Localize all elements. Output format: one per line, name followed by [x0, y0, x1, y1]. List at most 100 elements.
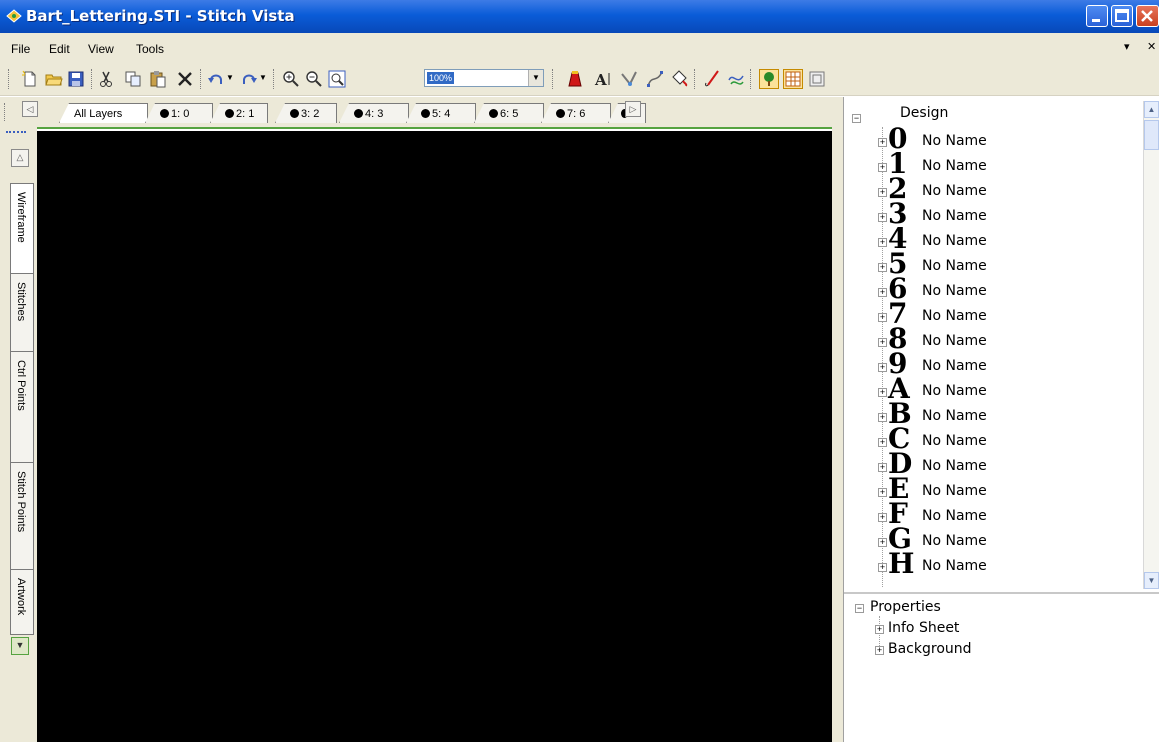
collapse-icon[interactable]: − — [855, 604, 864, 613]
tab-layer-2[interactable]: 2: 1 — [210, 103, 268, 123]
tab-scroll-left-icon[interactable]: ◁ — [22, 101, 38, 117]
expand-icon[interactable]: + — [878, 313, 887, 322]
maximize-icon — [1115, 9, 1129, 22]
minimize-button[interactable] — [1086, 5, 1108, 27]
menu-view[interactable]: View — [88, 42, 114, 56]
needle-icon[interactable] — [704, 70, 722, 88]
menu-overflow-icon[interactable]: ▾ — [1124, 40, 1130, 53]
expand-icon[interactable]: + — [878, 563, 887, 572]
path-tool-icon[interactable] — [646, 70, 664, 88]
panel-splitter[interactable] — [832, 97, 844, 742]
layer-dot-icon — [160, 109, 169, 118]
zoom-fit-icon[interactable] — [328, 70, 346, 88]
redo-icon[interactable] — [240, 70, 258, 88]
copy-icon[interactable] — [124, 70, 142, 88]
tree-item-label: No Name — [922, 333, 987, 349]
expand-icon[interactable]: + — [875, 646, 884, 655]
undo-icon[interactable] — [207, 70, 225, 88]
expand-icon[interactable]: + — [878, 138, 887, 147]
expand-icon[interactable]: + — [878, 438, 887, 447]
expand-icon[interactable]: + — [878, 163, 887, 172]
expand-icon[interactable]: + — [878, 188, 887, 197]
scroll-up-icon[interactable]: ▲ — [1144, 101, 1159, 118]
tab-artwork[interactable]: Artwork — [10, 569, 34, 635]
expand-icon[interactable]: + — [878, 388, 887, 397]
tab-label: Ctrl Points — [15, 360, 27, 411]
zoom-in-icon[interactable] — [282, 70, 300, 88]
tab-wireframe[interactable]: Wireframe — [10, 183, 34, 287]
text-icon[interactable]: A — [594, 70, 612, 88]
toolbar-separator — [552, 69, 555, 89]
toolbar-separator — [694, 69, 697, 89]
design-tree-scrollbar[interactable]: ▲ ▼ — [1143, 101, 1159, 589]
tab-layer-7[interactable]: 7: 6 — [541, 103, 611, 123]
menu-tools[interactable]: Tools — [136, 42, 164, 56]
expand-icon[interactable]: + — [878, 338, 887, 347]
tab-layer-3[interactable]: 3: 2 — [275, 103, 337, 123]
zoom-dropdown-icon[interactable]: ▼ — [528, 70, 543, 86]
tab-scroll-right-icon[interactable]: ▷ — [625, 101, 641, 117]
new-icon[interactable] — [21, 70, 39, 88]
close-button[interactable] — [1136, 5, 1159, 27]
tab-layer-6[interactable]: 6: 5 — [474, 103, 544, 123]
expand-icon[interactable]: + — [878, 513, 887, 522]
tab-all-layers[interactable]: All Layers — [59, 103, 148, 123]
toolbar-grip — [8, 69, 11, 89]
preview-icon[interactable] — [808, 70, 826, 88]
expand-icon[interactable]: + — [875, 625, 884, 634]
design-tree-root[interactable]: Design — [900, 105, 948, 121]
scroll-down-icon[interactable]: ▼ — [1144, 572, 1159, 589]
thread-icon[interactable] — [727, 70, 745, 88]
expand-icon[interactable]: + — [878, 238, 887, 247]
expand-icon[interactable]: + — [878, 463, 887, 472]
open-icon[interactable] — [45, 70, 63, 88]
side-scroll-down-icon[interactable]: ▼ — [11, 637, 29, 655]
expand-icon[interactable]: + — [878, 263, 887, 272]
menu-edit[interactable]: Edit — [49, 42, 70, 56]
mdi-close-icon[interactable]: ✕ — [1147, 40, 1156, 53]
expand-icon[interactable]: + — [878, 413, 887, 422]
collapse-icon[interactable]: − — [852, 114, 861, 123]
toolbar-separator — [200, 69, 203, 89]
tab-layer-4[interactable]: 4: 3 — [339, 103, 409, 123]
scroll-thumb[interactable] — [1144, 120, 1159, 150]
properties-root[interactable]: Properties — [870, 599, 941, 615]
paste-icon[interactable] — [149, 70, 167, 88]
tree-item-label: No Name — [922, 183, 987, 199]
toolbar-separator — [91, 69, 94, 89]
tab-label: 4: 3 — [365, 108, 384, 120]
expand-icon[interactable]: + — [878, 363, 887, 372]
delete-icon[interactable] — [176, 70, 194, 88]
tab-stitches[interactable]: Stitches — [10, 273, 34, 353]
expand-icon[interactable]: + — [878, 538, 887, 547]
tree-item[interactable]: + H No Name — [844, 549, 1144, 579]
save-icon[interactable] — [67, 70, 85, 88]
design-canvas[interactable] — [37, 131, 832, 742]
color-icon[interactable] — [566, 70, 584, 88]
tab-label: 7: 6 — [567, 108, 586, 120]
grid-view-icon[interactable] — [783, 69, 803, 89]
menu-file[interactable]: File — [11, 42, 30, 56]
tab-layer-1[interactable]: 1: 0 — [145, 103, 213, 123]
close-icon — [1141, 10, 1153, 22]
layer-dot-icon — [290, 109, 299, 118]
properties-info-sheet[interactable]: Info Sheet — [888, 620, 959, 636]
tab-layer-5[interactable]: 5: 4 — [406, 103, 476, 123]
properties-background[interactable]: Background — [888, 641, 972, 657]
expand-icon[interactable]: + — [878, 488, 887, 497]
tree-view-icon[interactable] — [759, 69, 779, 89]
stitch-tool-icon[interactable] — [620, 70, 638, 88]
expand-icon[interactable]: + — [878, 288, 887, 297]
layer-dot-icon — [225, 109, 234, 118]
zoom-select[interactable]: 100% ▼ — [424, 69, 544, 87]
maximize-button[interactable] — [1111, 5, 1133, 27]
side-scroll-up-icon[interactable]: △ — [11, 149, 29, 167]
expand-icon[interactable]: + — [878, 213, 887, 222]
tab-stitch-points[interactable]: Stitch Points — [10, 462, 34, 572]
cut-icon[interactable] — [97, 70, 115, 88]
fill-icon[interactable] — [670, 70, 688, 88]
redo-dropdown-icon[interactable]: ▼ — [259, 73, 267, 82]
undo-dropdown-icon[interactable]: ▼ — [226, 73, 234, 82]
zoom-out-icon[interactable] — [305, 70, 323, 88]
tab-ctrl-points[interactable]: Ctrl Points — [10, 351, 34, 465]
